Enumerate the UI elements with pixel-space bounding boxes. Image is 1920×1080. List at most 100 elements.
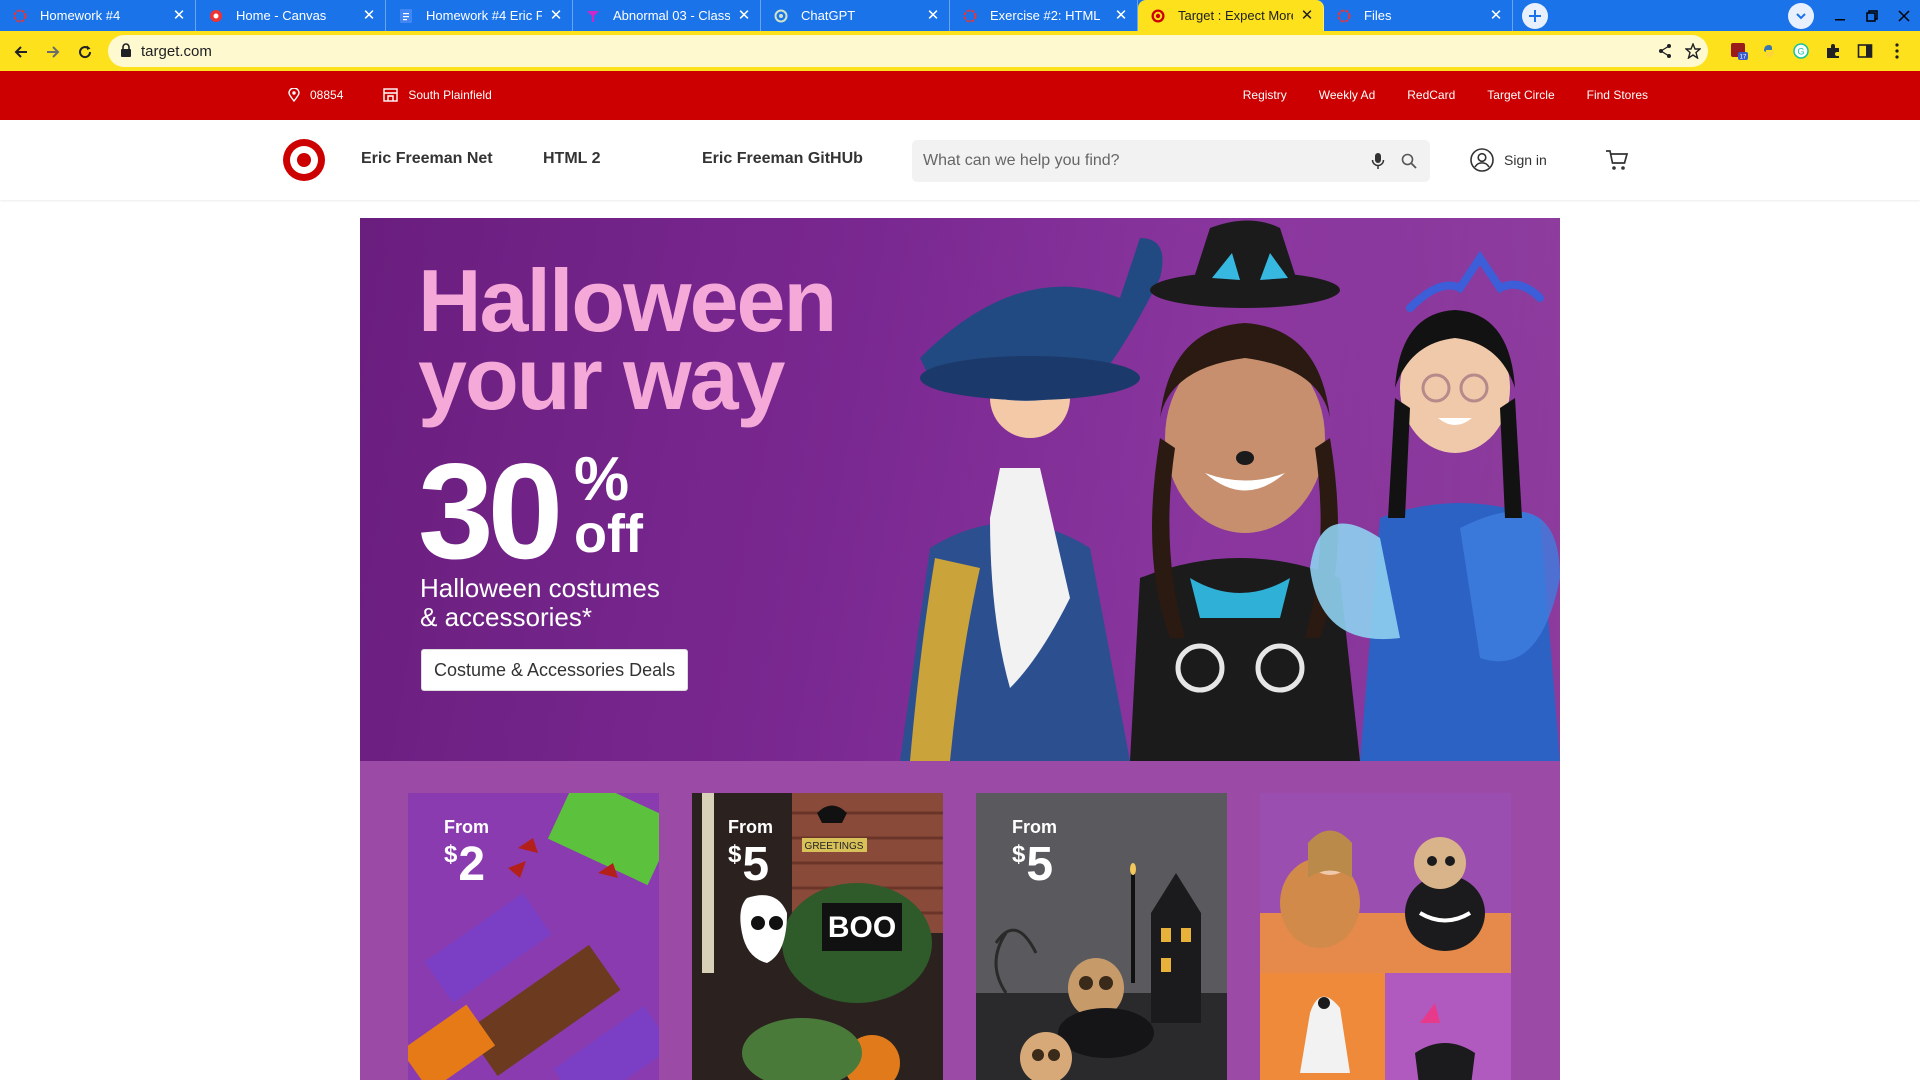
plus-icon: [1529, 10, 1541, 22]
tab-home-canvas[interactable]: Home - Canvas ✕: [196, 0, 386, 31]
close-tab-icon[interactable]: ✕: [1488, 7, 1504, 24]
arrow-right-icon: [47, 46, 60, 58]
nav-eric-freeman-net[interactable]: Eric Freeman Net: [361, 150, 493, 168]
tab-title: Target : Expect More. P: [1178, 8, 1293, 23]
nav-html-2[interactable]: HTML 2: [543, 150, 600, 168]
tile-amount: 5: [742, 838, 769, 891]
reload-icon: [79, 45, 92, 59]
tab-homework-doc[interactable]: Homework #4 Eric Freem ✕: [386, 0, 573, 31]
tile-from-label: From: [728, 817, 773, 837]
tile-from-label: From: [444, 817, 489, 837]
tile-price: $5: [728, 837, 769, 892]
docs-icon: [398, 8, 414, 24]
location-pin-icon: [288, 88, 300, 102]
grammarly-extension-icon[interactable]: G: [1790, 40, 1812, 62]
bookmark-star-icon[interactable]: [1683, 41, 1703, 61]
chevron-down-icon: [1796, 13, 1806, 20]
address-bar[interactable]: target.com: [108, 35, 1708, 67]
tab-target-active[interactable]: Target : Expect More. P ✕: [1138, 0, 1324, 31]
tab-exercise-2[interactable]: Exercise #2: HTML ✕: [950, 0, 1138, 31]
tab-homework-4[interactable]: Homework #4 ✕: [0, 0, 196, 31]
costume-deals-button[interactable]: Costume & Accessories Deals: [421, 649, 689, 691]
cart-icon[interactable]: [1605, 148, 1629, 172]
tile-currency: $: [1012, 841, 1025, 868]
hero-children-costumes-image: [840, 218, 1560, 761]
search-input[interactable]: [923, 140, 1343, 182]
browser-tab-strip: Homework #4 ✕ Home - Canvas ✕ Homework #…: [0, 0, 1920, 31]
promo-tile-candy[interactable]: From $2: [408, 793, 659, 1080]
hero-off-label: off: [574, 504, 643, 564]
find-stores-link[interactable]: Find Stores: [1587, 88, 1648, 102]
sign-in-button[interactable]: Sign in: [1470, 148, 1547, 172]
target-icon: [1150, 8, 1166, 24]
new-tab-button[interactable]: [1522, 3, 1548, 29]
tile-currency: $: [728, 841, 741, 868]
promo-tile-porch-decor[interactable]: BOO GREETINGS From $5: [692, 793, 943, 1080]
hero-subtitle-line-1: Halloween costumes: [420, 573, 660, 603]
store-selector[interactable]: South Plainfield: [383, 88, 492, 102]
hero-subtitle: Halloween costumes & accessories*: [420, 574, 740, 632]
back-button[interactable]: [8, 39, 34, 65]
close-tab-icon[interactable]: ✕: [548, 7, 564, 24]
registry-link[interactable]: Registry: [1243, 88, 1287, 102]
reload-button[interactable]: [72, 39, 98, 65]
microphone-icon[interactable]: [1368, 151, 1388, 171]
promo-tile-pet-costumes[interactable]: [1260, 793, 1511, 1080]
tab-search-button[interactable]: [1788, 3, 1814, 29]
minimize-button[interactable]: [1828, 4, 1852, 28]
close-tab-icon[interactable]: ✕: [361, 7, 377, 24]
canvas-red-icon: [12, 8, 28, 24]
zip-code-selector[interactable]: 08854: [288, 88, 343, 102]
tab-list: Homework #4 ✕ Home - Canvas ✕ Homework #…: [0, 0, 1513, 31]
greetings-banner-text: GREETINGS: [805, 841, 864, 852]
tile-amount: 2: [458, 838, 485, 891]
tile-price: $2: [444, 837, 485, 892]
close-tab-icon[interactable]: ✕: [171, 7, 187, 24]
site-header: Eric Freeman Net HTML 2 Eric Freeman Git…: [0, 120, 1920, 200]
close-tab-icon[interactable]: ✕: [925, 7, 941, 24]
account-icon: [1470, 148, 1494, 172]
target-circle-link[interactable]: Target Circle: [1487, 88, 1554, 102]
tab-title: Files: [1364, 8, 1392, 23]
boo-sign-text: BOO: [828, 911, 896, 944]
tab-title: ChatGPT: [801, 8, 856, 23]
hero-subtitle-line-2: & accessories*: [420, 602, 592, 632]
tab-title: Abnormal 03 - Classroo: [613, 8, 730, 23]
hero-percent-symbol: %: [574, 445, 630, 514]
store-name: South Plainfield: [408, 88, 492, 102]
extension-badge-icon[interactable]: 17: [1728, 40, 1750, 62]
extension-badge-count: 17: [1740, 55, 1747, 61]
forward-button[interactable]: [40, 39, 66, 65]
redcard-link[interactable]: RedCard: [1407, 88, 1455, 102]
nav-eric-freeman-github[interactable]: Eric Freeman GitHUb: [702, 150, 863, 168]
close-tab-icon[interactable]: ✕: [736, 7, 752, 24]
promo-tile-tabletop-decor[interactable]: From $5: [976, 793, 1227, 1080]
close-window-button[interactable]: [1892, 4, 1916, 28]
share-icon[interactable]: [1655, 41, 1675, 61]
chatgpt-icon: [773, 8, 789, 24]
arrow-left-icon: [14, 46, 27, 58]
url-text: target.com: [141, 43, 212, 60]
weekly-ad-link[interactable]: Weekly Ad: [1319, 88, 1375, 102]
close-tab-icon[interactable]: ✕: [1299, 7, 1315, 24]
tile-from-label: From: [1012, 817, 1057, 837]
target-logo-icon[interactable]: [282, 138, 326, 182]
canvas-red-icon: [208, 8, 224, 24]
extensions-puzzle-icon[interactable]: [1822, 40, 1844, 62]
search-icon[interactable]: [1399, 151, 1419, 171]
tab-classroom[interactable]: Abnormal 03 - Classroo ✕: [573, 0, 761, 31]
side-panel-icon[interactable]: [1854, 40, 1876, 62]
hero-banner[interactable]: Halloween your way 30 % off Halloween co…: [360, 218, 1560, 761]
browser-menu-icon[interactable]: [1886, 40, 1908, 62]
close-tab-icon[interactable]: ✕: [1113, 7, 1129, 24]
restore-icon: [1866, 10, 1878, 22]
tab-chatgpt[interactable]: ChatGPT ✕: [761, 0, 950, 31]
restore-button[interactable]: [1860, 4, 1884, 28]
tab-files[interactable]: Files ✕: [1324, 0, 1513, 31]
classroom-icon: [585, 8, 601, 24]
python-extension-icon[interactable]: [1758, 40, 1780, 62]
canvas-red-icon: [962, 8, 978, 24]
browser-toolbar: target.com 17 G: [0, 31, 1920, 71]
tile-currency: $: [444, 841, 457, 868]
promo-tiles-section: From $2 BOO GREETINGS From $5 From $5: [360, 761, 1560, 1080]
